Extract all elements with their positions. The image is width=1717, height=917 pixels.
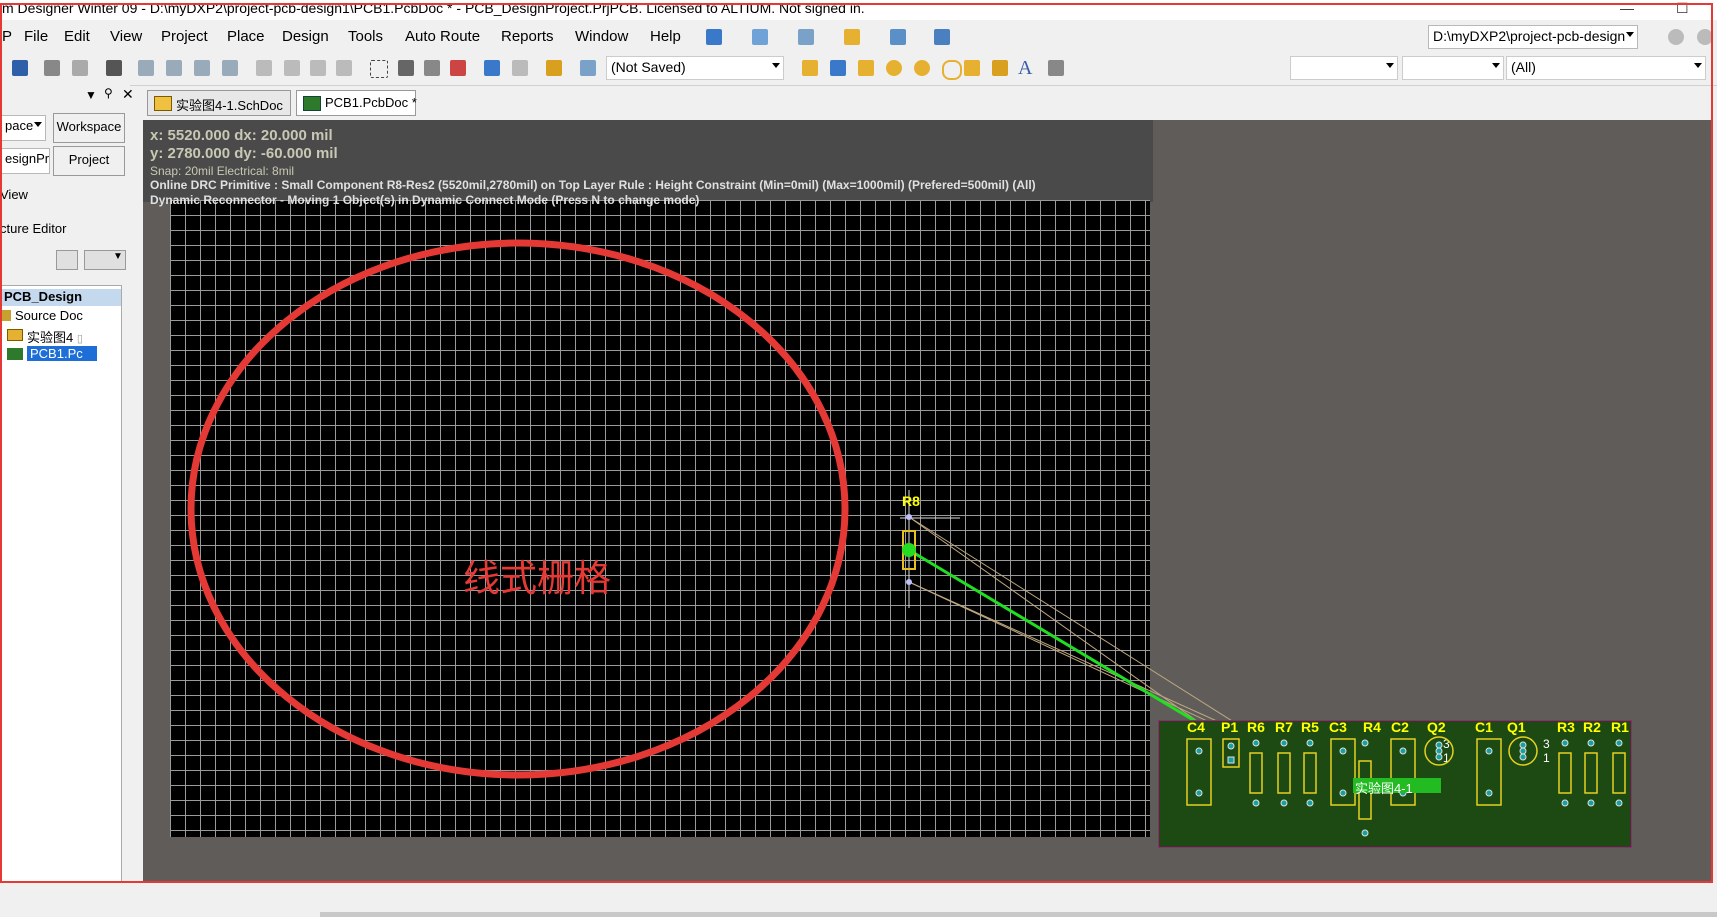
status-bar <box>0 884 1717 917</box>
horizontal-scrollbar[interactable] <box>320 912 1717 917</box>
annotation-frame <box>0 3 1713 883</box>
